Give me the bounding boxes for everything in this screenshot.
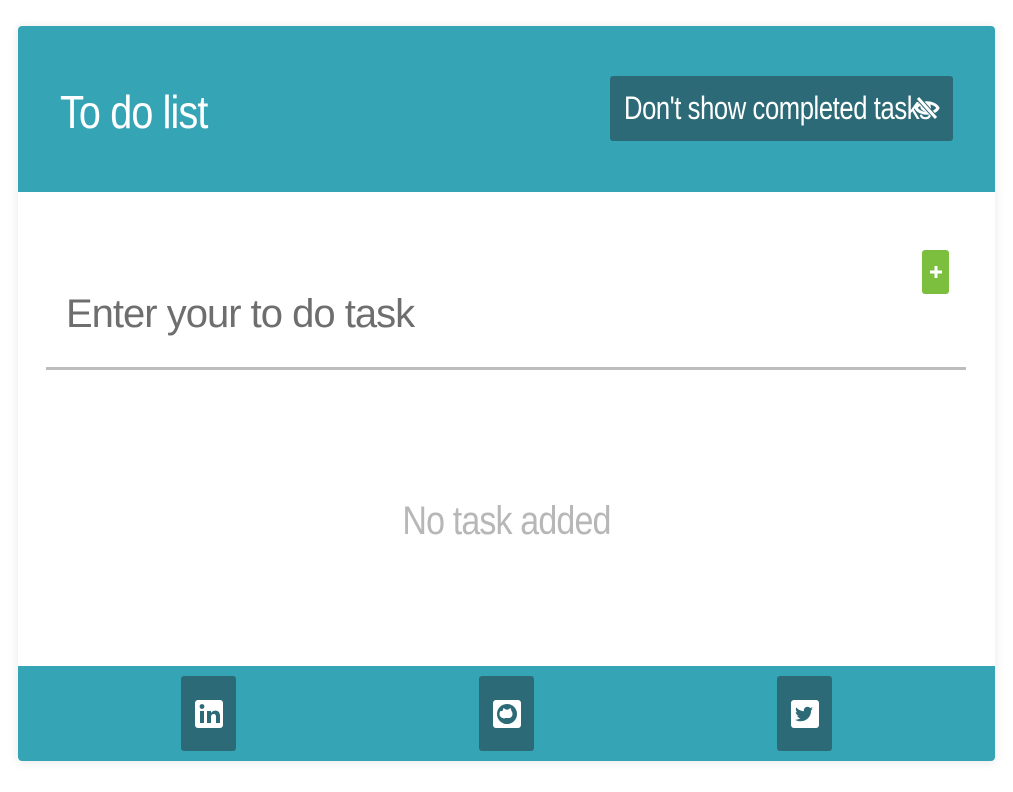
todo-card: To do list Don't show completed tasks [18,26,995,761]
footer [18,666,995,761]
header: To do list Don't show completed tasks [18,26,995,192]
empty-state-message: No task added [0,496,1013,546]
hide-completed-button[interactable]: Don't show completed tasks [610,76,953,141]
eye-slash-icon [914,96,940,120]
task-input-section [18,192,995,419]
task-input[interactable] [46,270,966,370]
plus-icon [929,266,942,278]
github-icon [492,699,521,728]
add-task-button[interactable] [922,250,949,294]
hide-completed-label: Don't show completed tasks [624,90,932,126]
twitter-icon [790,699,819,728]
empty-state-text: No task added [402,499,611,543]
page-title: To do list [60,86,208,138]
linkedin-icon [194,699,223,728]
github-button[interactable] [479,676,534,751]
twitter-button[interactable] [777,676,832,751]
linkedin-button[interactable] [181,676,236,751]
